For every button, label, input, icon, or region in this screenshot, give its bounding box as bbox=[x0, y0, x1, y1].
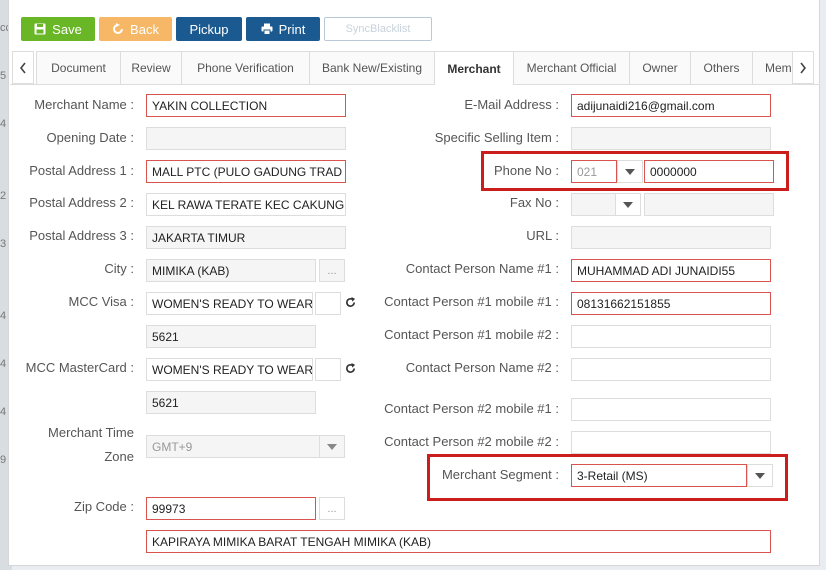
email-input[interactable]: adijunaidi216@gmail.com bbox=[571, 94, 771, 117]
tab-others[interactable]: Others bbox=[690, 51, 753, 84]
contact-person-1-mobile-2-label: Contact Person #1 mobile #2 : bbox=[384, 327, 559, 342]
tab-members[interactable]: Mem bbox=[752, 51, 793, 84]
chevron-right-icon bbox=[800, 62, 807, 73]
phone-number-input[interactable]: 0000000 bbox=[644, 160, 774, 183]
contact-person-2-mobile-2-input[interactable] bbox=[571, 431, 771, 454]
print-label: Print bbox=[278, 21, 306, 37]
row-marker: 2 bbox=[0, 190, 7, 202]
print-button[interactable]: Print bbox=[246, 17, 320, 41]
merchant-segment-select[interactable]: 3-Retail (MS) bbox=[571, 464, 747, 487]
tab-owner[interactable]: Owner bbox=[629, 51, 691, 84]
phone-area-code-dropdown-button[interactable] bbox=[617, 160, 643, 183]
mcc-visa-label: MCC Visa : bbox=[68, 294, 135, 309]
save-label: Save bbox=[52, 21, 82, 37]
tab-phone-verification[interactable]: Phone Verification bbox=[181, 51, 310, 84]
contact-person-1-mobile-1-input[interactable]: 08131662151855 bbox=[571, 292, 771, 315]
merchant-time-zone-select[interactable]: GMT+9 bbox=[146, 435, 320, 458]
tab-scroll-right-button[interactable] bbox=[792, 51, 814, 84]
row-marker: 9 bbox=[0, 454, 7, 466]
save-button[interactable]: Save bbox=[21, 17, 95, 41]
row-marker: 4 bbox=[0, 406, 7, 418]
back-label: Back bbox=[130, 21, 159, 37]
row-marker: 4 bbox=[0, 118, 7, 130]
email-label: E-Mail Address : bbox=[464, 97, 559, 112]
city-input[interactable]: MIMIKA (KAB) bbox=[146, 259, 316, 282]
fax-area-code-dropdown-button[interactable] bbox=[615, 193, 641, 216]
sync-blacklist-label: SyncBlacklist bbox=[345, 23, 411, 35]
contact-person-name-2-label: Contact Person Name #2 : bbox=[405, 360, 559, 375]
fax-area-code-select[interactable] bbox=[571, 193, 617, 216]
url-input[interactable] bbox=[571, 226, 771, 249]
merchant-name-label: Merchant Name : bbox=[34, 97, 134, 112]
contact-person-1-mobile-1-label: Contact Person #1 mobile #1 : bbox=[384, 294, 559, 309]
city-label: City : bbox=[104, 261, 134, 276]
fax-number-input[interactable] bbox=[644, 193, 774, 216]
sync-blacklist-button[interactable]: SyncBlacklist bbox=[324, 17, 432, 41]
merchant-time-zone-label-line2: Zone bbox=[104, 449, 134, 464]
url-label: URL : bbox=[526, 228, 559, 243]
mcc-visa-code-input[interactable]: 5621 bbox=[146, 325, 316, 348]
zip-code-input[interactable]: 99973 bbox=[146, 497, 316, 520]
contact-person-name-2-input[interactable] bbox=[571, 358, 771, 381]
floppy-disk-icon bbox=[34, 23, 46, 35]
chevron-left-icon bbox=[19, 62, 26, 73]
postal-address-1-label: Postal Address 1 : bbox=[29, 163, 134, 178]
back-button[interactable]: Back bbox=[99, 17, 172, 41]
caret-down-icon bbox=[623, 201, 633, 208]
caret-down-icon bbox=[625, 168, 635, 175]
contact-person-1-mobile-2-input[interactable] bbox=[571, 325, 771, 348]
zip-code-lookup-button[interactable]: ... bbox=[319, 497, 345, 520]
contact-person-2-mobile-1-input[interactable] bbox=[571, 398, 771, 421]
tab-document[interactable]: Document bbox=[36, 51, 121, 84]
merchant-segment-label: Merchant Segment : bbox=[441, 467, 559, 482]
area-input[interactable]: KAPIRAYA MIMIKA BARAT TENGAH MIMIKA (KAB… bbox=[146, 530, 771, 553]
postal-address-2-label: Postal Address 2 : bbox=[29, 195, 134, 210]
contact-person-name-1-input[interactable]: MUHAMMAD ADI JUNAIDI55 bbox=[571, 259, 771, 282]
merchant-time-zone-label-line1: Merchant Time bbox=[48, 425, 134, 440]
mcc-mastercard-label: MCC MasterCard : bbox=[25, 360, 134, 375]
pickup-label: Pickup bbox=[189, 21, 229, 37]
row-marker: 4 bbox=[0, 310, 7, 322]
tab-bank-new-existing[interactable]: Bank New/Existing bbox=[309, 51, 435, 84]
tab-scroll-left-button[interactable] bbox=[12, 51, 34, 84]
zip-code-label: Zip Code : bbox=[74, 499, 134, 514]
mcc-mastercard-input[interactable]: WOMEN'S READY TO WEAR bbox=[146, 358, 313, 381]
pickup-button[interactable]: Pickup bbox=[176, 17, 242, 41]
opening-date-label: Opening Date : bbox=[46, 130, 134, 145]
contact-person-2-mobile-1-label: Contact Person #2 mobile #1 : bbox=[384, 401, 559, 416]
contact-person-2-mobile-2-label: Contact Person #2 mobile #2 : bbox=[384, 434, 559, 449]
tab-merchant[interactable]: Merchant bbox=[434, 51, 514, 85]
tab-bar: Document Review Phone Verification Bank … bbox=[10, 51, 820, 85]
row-marker: 4 bbox=[0, 358, 7, 370]
undo-icon bbox=[113, 23, 124, 34]
postal-address-3-label: Postal Address 3 : bbox=[29, 228, 134, 243]
specific-selling-item-input[interactable] bbox=[571, 127, 771, 150]
merchant-segment-dropdown-button[interactable] bbox=[747, 464, 773, 487]
caret-down-icon bbox=[755, 472, 765, 479]
printer-icon bbox=[261, 23, 273, 35]
row-marker: 5 bbox=[0, 70, 7, 82]
specific-selling-item-label: Specific Selling Item : bbox=[434, 130, 559, 145]
mcc-mastercard-code-input[interactable]: 5621 bbox=[146, 391, 316, 414]
merchant-form-panel: Save Back Pickup Print SyncBlacklist Doc… bbox=[8, 0, 820, 566]
fax-no-label: Fax No : bbox=[509, 195, 559, 210]
phone-area-code-select[interactable]: 021 bbox=[571, 160, 617, 183]
mcc-visa-input[interactable]: WOMEN'S READY TO WEAR bbox=[146, 292, 313, 315]
contact-person-name-1-label: Contact Person Name #1 : bbox=[405, 261, 559, 276]
phone-no-label: Phone No : bbox=[493, 163, 559, 178]
row-marker: 3 bbox=[0, 238, 7, 250]
tab-merchant-official[interactable]: Merchant Official bbox=[513, 51, 630, 84]
tab-review[interactable]: Review bbox=[120, 51, 182, 84]
